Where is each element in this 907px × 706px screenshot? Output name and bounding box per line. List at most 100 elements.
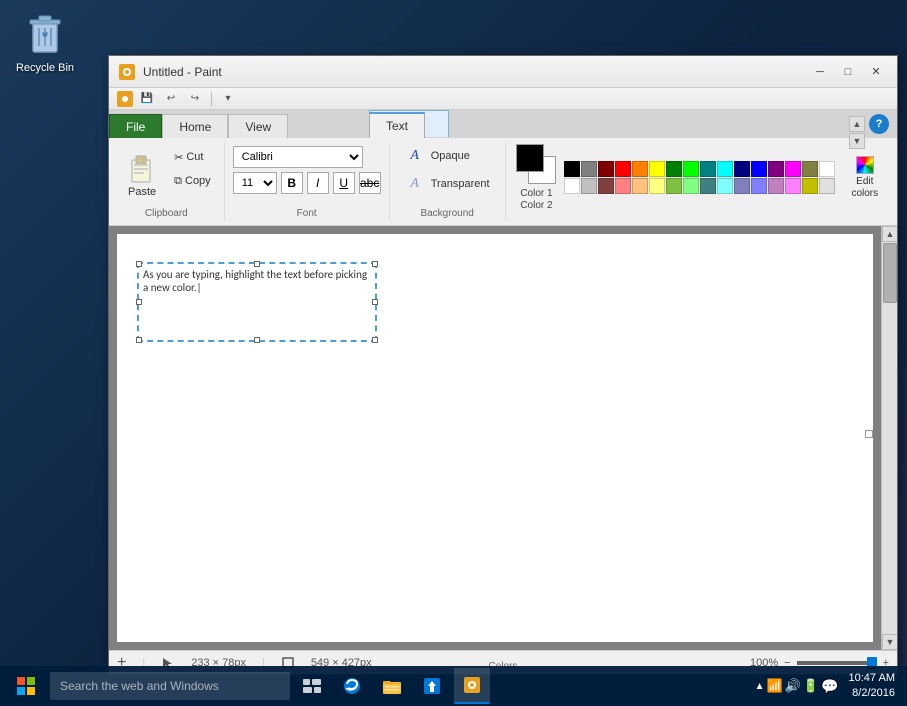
- swatch-darkgold[interactable]: [802, 178, 818, 194]
- swatch-slate[interactable]: [734, 178, 750, 194]
- canvas-handle-right[interactable]: [865, 430, 873, 438]
- swatch-gray[interactable]: [581, 161, 597, 177]
- swatch-teal2[interactable]: [700, 178, 716, 194]
- store-button[interactable]: [414, 668, 450, 704]
- swatch-brown[interactable]: [598, 178, 614, 194]
- swatch-black[interactable]: [564, 161, 580, 177]
- chevron-icon[interactable]: ▲: [755, 681, 765, 692]
- text-box[interactable]: As you are typing, highlight the text be…: [137, 262, 377, 342]
- clock-time: 10:47 AM: [849, 671, 895, 686]
- copy-button[interactable]: ⧉ Copy: [169, 170, 216, 192]
- maximize-button[interactable]: □: [835, 62, 861, 82]
- handle-tm[interactable]: [254, 261, 260, 267]
- swatch-lightyellow[interactable]: [649, 178, 665, 194]
- transparent-button[interactable]: A Transparent: [398, 172, 497, 196]
- font-size-select[interactable]: 11: [233, 172, 277, 194]
- swatch-white2[interactable]: [564, 178, 580, 194]
- swatch-white[interactable]: [819, 161, 835, 177]
- handle-mr[interactable]: [372, 299, 378, 305]
- title-bar: Untitled - Paint ─ □ ✕: [109, 56, 897, 88]
- paste-button[interactable]: Paste: [117, 144, 167, 205]
- swatch-lightcyan[interactable]: [717, 178, 733, 194]
- swatch-blue[interactable]: [751, 161, 767, 177]
- scrollbar-thumb[interactable]: [883, 243, 897, 303]
- swatch-darkred[interactable]: [598, 161, 614, 177]
- swatch-pink[interactable]: [785, 178, 801, 194]
- swatch-red[interactable]: [615, 161, 631, 177]
- swatch-lightgreen[interactable]: [666, 178, 682, 194]
- underline-button[interactable]: U: [333, 172, 355, 194]
- quick-access-toolbar: 💾 ↩ ↪ ▾: [109, 88, 897, 110]
- window-controls: ─ □ ✕: [807, 62, 889, 82]
- scroll-up-arrow[interactable]: ▲: [882, 226, 897, 242]
- tab-strip: Text Tools File Home View Text ? ▲ ▼: [109, 110, 897, 138]
- start-button[interactable]: [6, 668, 46, 704]
- redo-quick-button[interactable]: ↪: [185, 90, 205, 108]
- tab-file[interactable]: File: [109, 114, 162, 138]
- canvas[interactable]: As you are typing, highlight the text be…: [117, 234, 873, 642]
- quick-access-dropdown[interactable]: ▾: [218, 90, 238, 108]
- desktop: Recycle Bin Untitled - Paint ─ □ ✕ �: [0, 0, 907, 706]
- opaque-button[interactable]: A Opaque: [398, 144, 497, 168]
- network-icon[interactable]: 📶: [767, 678, 783, 694]
- handle-bm[interactable]: [254, 337, 260, 343]
- minimize-button[interactable]: ─: [807, 62, 833, 82]
- handle-tl[interactable]: [136, 261, 142, 267]
- swatch-silver[interactable]: [581, 178, 597, 194]
- system-clock[interactable]: 10:47 AM 8/2/2016: [843, 671, 901, 702]
- edge-button[interactable]: [334, 668, 370, 704]
- tab-home[interactable]: Home: [162, 114, 228, 138]
- swatch-lilac[interactable]: [768, 178, 784, 194]
- ribbon-group-clipboard: Paste ✂ Cut ⧉ Copy Clipboard: [109, 142, 225, 221]
- swatch-lightblue[interactable]: [751, 178, 767, 194]
- italic-button[interactable]: I: [307, 172, 329, 194]
- swatch-salmon[interactable]: [615, 178, 631, 194]
- swatch-olive[interactable]: [802, 161, 818, 177]
- tab-text[interactable]: Text: [369, 112, 425, 138]
- swatch-cyan[interactable]: [717, 161, 733, 177]
- handle-br[interactable]: [372, 337, 378, 343]
- swatch-darkgreen[interactable]: [666, 161, 682, 177]
- paint-taskbar-button[interactable]: [454, 668, 490, 704]
- swatch-orange[interactable]: [632, 161, 648, 177]
- rainbow-icon: [856, 156, 874, 174]
- notification-icon[interactable]: 💬: [821, 678, 838, 695]
- help-button[interactable]: ?: [869, 114, 889, 134]
- swatch-darkpurple[interactable]: [768, 161, 784, 177]
- cut-button[interactable]: ✂ Cut: [169, 146, 216, 168]
- recycle-bin-icon[interactable]: Recycle Bin: [10, 10, 80, 74]
- taskbar-search-input[interactable]: [50, 672, 290, 700]
- color1-box[interactable]: [516, 144, 544, 172]
- handle-tr[interactable]: [372, 261, 378, 267]
- taskview-button[interactable]: [294, 668, 330, 704]
- swatch-mintgreen[interactable]: [683, 178, 699, 194]
- undo-quick-button[interactable]: ↩: [161, 90, 181, 108]
- swatch-darkteal[interactable]: [700, 161, 716, 177]
- swatch-yellow[interactable]: [649, 161, 665, 177]
- paste-icon: [128, 152, 156, 184]
- swatch-green[interactable]: [683, 161, 699, 177]
- swatch-magenta[interactable]: [785, 161, 801, 177]
- volume-icon[interactable]: 🔊: [785, 678, 801, 694]
- font-family-select[interactable]: Calibri: [233, 146, 363, 168]
- zoom-slider[interactable]: [797, 661, 877, 665]
- scroll-down-arrow[interactable]: ▼: [882, 634, 897, 650]
- edit-colors-button[interactable]: Editcolors: [843, 152, 886, 204]
- bold-button[interactable]: B: [281, 172, 303, 194]
- ribbon-scroll-down[interactable]: ▼: [849, 133, 865, 149]
- save-quick-button[interactable]: 💾: [137, 90, 157, 108]
- handle-ml[interactable]: [136, 299, 142, 305]
- font-bottom-row: 11 B I U abc: [233, 172, 381, 194]
- ribbon-scroll-up[interactable]: ▲: [849, 116, 865, 132]
- scrollbar-vertical[interactable]: ▲ ▼: [881, 226, 897, 650]
- tab-view[interactable]: View: [228, 114, 288, 138]
- handle-bl[interactable]: [136, 337, 142, 343]
- sys-tray-icons: ▲ 📶 🔊 🔋 💬: [755, 678, 839, 695]
- battery-icon[interactable]: 🔋: [803, 678, 819, 694]
- strikethrough-button[interactable]: abc: [359, 172, 381, 194]
- swatch-darkblue[interactable]: [734, 161, 750, 177]
- swatch-peach[interactable]: [632, 178, 648, 194]
- close-button[interactable]: ✕: [863, 62, 889, 82]
- explorer-button[interactable]: [374, 668, 410, 704]
- swatch-lightgray[interactable]: [819, 178, 835, 194]
